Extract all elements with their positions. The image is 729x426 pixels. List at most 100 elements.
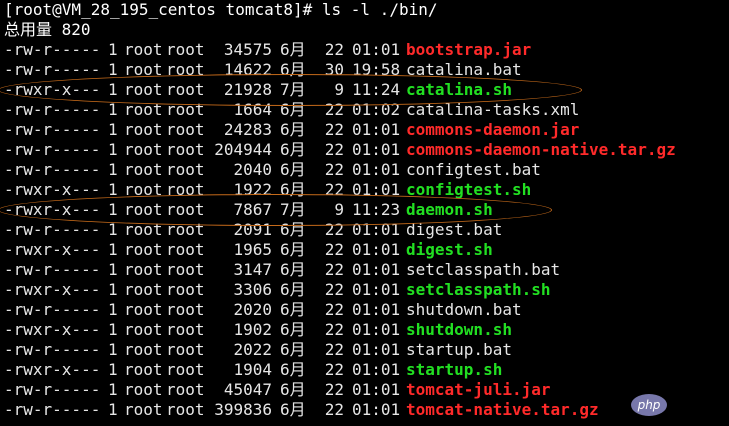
time-cell: 01:01 <box>352 320 401 339</box>
link-count-cell: 1 <box>108 160 118 179</box>
size-cell: 45047 <box>223 380 272 399</box>
size-cell: 2091 <box>233 220 272 239</box>
month-cell: 6月 <box>280 220 306 239</box>
owner-cell: root <box>124 300 163 319</box>
filename-cell: shutdown.bat <box>406 300 522 319</box>
permissions-cell: -rw-r----- <box>4 340 101 359</box>
day-cell: 22 <box>324 340 344 359</box>
filename-cell: commons-daemon.jar <box>406 120 580 139</box>
filename-cell: digest.sh <box>406 240 493 259</box>
link-count-cell: 1 <box>108 300 118 319</box>
filename-cell: setclasspath.sh <box>406 280 551 299</box>
group-cell: root <box>166 380 205 399</box>
time-cell: 11:23 <box>352 200 401 219</box>
time-cell: 01:02 <box>352 100 401 119</box>
day-cell: 30 <box>324 60 344 79</box>
group-cell: root <box>166 100 205 119</box>
time-cell: 01:01 <box>352 260 401 279</box>
link-count-cell: 1 <box>108 200 118 219</box>
file-row: -rw-r----- 1 root root 2040 6月 22 01:01 configte… <box>4 160 541 180</box>
link-count-cell: 1 <box>108 380 118 399</box>
group-cell: root <box>166 120 205 139</box>
month-cell: 6月 <box>280 320 306 339</box>
group-cell: root <box>166 300 205 319</box>
owner-cell: root <box>124 160 163 179</box>
size-cell: 1922 <box>233 180 272 199</box>
permissions-cell: -rw-r----- <box>4 40 101 59</box>
filename-cell: catalina.sh <box>406 80 512 99</box>
file-row: -rw-r----- 1 root root 3147 6月 22 01:01 setclass… <box>4 260 560 280</box>
month-cell: 6月 <box>280 160 306 179</box>
size-cell: 1904 <box>233 360 272 379</box>
owner-cell: root <box>124 320 163 339</box>
month-cell: 6月 <box>280 180 306 199</box>
php-watermark-logo: php <box>631 394 667 416</box>
day-cell: 22 <box>324 260 344 279</box>
time-cell: 01:01 <box>352 400 401 419</box>
owner-cell: root <box>124 200 163 219</box>
time-cell: 01:01 <box>352 180 401 199</box>
time-cell: 11:24 <box>352 80 401 99</box>
day-cell: 22 <box>324 400 344 419</box>
filename-cell: startup.bat <box>406 340 512 359</box>
size-cell: 3306 <box>233 280 272 299</box>
group-cell: root <box>166 320 205 339</box>
size-cell: 3147 <box>233 260 272 279</box>
filename-cell: setclasspath.bat <box>406 260 561 279</box>
day-cell: 22 <box>324 100 344 119</box>
size-cell: 14622 <box>223 60 272 79</box>
terminal-window[interactable]: [root@VM_28_195_centos tomcat8]# ls -l .… <box>0 0 729 426</box>
permissions-cell: -rw-r----- <box>4 60 101 79</box>
link-count-cell: 1 <box>108 60 118 79</box>
filename-cell: daemon.sh <box>406 200 493 219</box>
group-cell: root <box>166 360 205 379</box>
time-cell: 01:01 <box>352 160 401 179</box>
link-count-cell: 1 <box>108 180 118 199</box>
permissions-cell: -rw-r----- <box>4 400 101 419</box>
link-count-cell: 1 <box>108 80 118 99</box>
link-count-cell: 1 <box>108 340 118 359</box>
size-cell: 1965 <box>233 240 272 259</box>
shell-prompt-line: [root@VM_28_195_centos tomcat8]# ls -l .… <box>4 0 438 19</box>
group-cell: root <box>166 160 205 179</box>
group-cell: root <box>166 180 205 199</box>
day-cell: 22 <box>324 160 344 179</box>
size-cell: 1902 <box>233 320 272 339</box>
size-cell: 34575 <box>223 40 272 59</box>
group-cell: root <box>166 60 205 79</box>
file-row: -rwxr-x--- 1 root root 1902 6月 22 01:01 shutdown… <box>4 320 512 340</box>
permissions-cell: -rwxr-x--- <box>4 200 101 219</box>
time-cell: 01:01 <box>352 380 401 399</box>
link-count-cell: 1 <box>108 280 118 299</box>
file-row: -rwxr-x--- 1 root root 1922 6月 22 01:01 configte… <box>4 180 531 200</box>
owner-cell: root <box>124 80 163 99</box>
size-cell: 24283 <box>223 120 272 139</box>
month-cell: 6月 <box>280 260 306 279</box>
day-cell: 22 <box>324 300 344 319</box>
permissions-cell: -rw-r----- <box>4 140 101 159</box>
filename-cell: startup.sh <box>406 360 503 379</box>
file-row: -rwxr-x--- 1 root root 21928 7月 9 11:24 catalina… <box>4 80 512 100</box>
size-cell: 204944 <box>214 140 272 159</box>
size-cell: 2020 <box>233 300 272 319</box>
file-row: -rw-r----- 1 root root 2022 6月 22 01:01 startup.… <box>4 340 512 360</box>
month-cell: 6月 <box>280 240 306 259</box>
month-cell: 6月 <box>280 360 306 379</box>
permissions-cell: -rwxr-x--- <box>4 240 101 259</box>
filename-cell: bootstrap.jar <box>406 40 532 59</box>
file-row: -rw-r----- 1 root root 45047 6月 22 01:01 tomcat-… <box>4 380 551 400</box>
month-cell: 6月 <box>280 280 306 299</box>
owner-cell: root <box>124 400 163 419</box>
filename-cell: tomcat-native.tar.gz <box>406 400 599 419</box>
size-cell: 7867 <box>233 200 272 219</box>
day-cell: 9 <box>334 80 344 99</box>
file-row: -rw-r----- 1 root root 1664 6月 22 01:02 catalina… <box>4 100 579 120</box>
filename-cell: configtest.sh <box>406 180 532 199</box>
file-row: -rw-r----- 1 root root 204944 6月 22 01:01 common… <box>4 140 676 160</box>
link-count-cell: 1 <box>108 260 118 279</box>
month-cell: 6月 <box>280 60 306 79</box>
month-cell: 6月 <box>280 340 306 359</box>
owner-cell: root <box>124 260 163 279</box>
time-cell: 01:01 <box>352 220 401 239</box>
owner-cell: root <box>124 40 163 59</box>
